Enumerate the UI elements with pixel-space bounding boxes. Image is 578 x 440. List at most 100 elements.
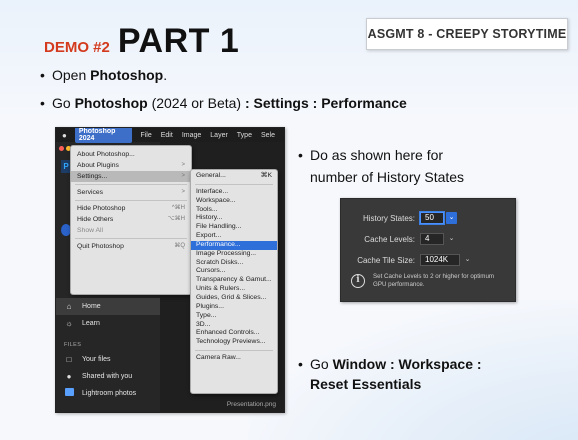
menu-item-hide-others[interactable]: Hide Others ⌥⌘H <box>71 214 191 225</box>
submenu-item-technology-previews[interactable]: Technology Previews... <box>191 338 277 347</box>
menu-label: About Photoshop... <box>77 151 135 158</box>
nav-label: Lightroom photos <box>82 390 137 397</box>
bold-text: : Settings : Performance <box>244 95 407 111</box>
submenu-item-history[interactable]: History... <box>191 214 277 223</box>
nav-label: Home <box>82 303 101 310</box>
menu-label: About Plugins <box>77 162 119 169</box>
nav-your-files[interactable]: □ Your files <box>56 351 160 368</box>
cache-levels-row: Cache Levels: 4 ⌄ <box>351 233 457 245</box>
menu-item-services[interactable]: Services > <box>71 187 191 198</box>
menu-item-settings[interactable]: Settings... > <box>71 171 191 182</box>
menu-label: Show All <box>77 227 104 234</box>
submenu-item-file-handling[interactable]: File Handling... <box>191 223 277 232</box>
menu-label: Workspace... <box>196 196 236 204</box>
assignment-tag: ASGMT 8 - CREEPY STORYTIME <box>366 18 568 50</box>
text: Go <box>52 95 75 111</box>
menu-divider <box>195 183 273 185</box>
cache-tile-size-select[interactable]: 1024K <box>420 254 460 266</box>
close-dot-icon[interactable] <box>59 146 64 151</box>
bold-text: Photoshop <box>90 67 164 83</box>
submenu-item-3d[interactable]: 3D... <box>191 321 277 330</box>
submenu-item-transparency[interactable]: Transparency & Gamut... <box>191 276 277 285</box>
performance-settings-panel: History States: 50 ⌄ Cache Levels: 4 ⌄ C… <box>340 198 516 302</box>
lightroom-icon <box>64 385 74 402</box>
menubar-type[interactable]: Type <box>237 132 252 139</box>
menu-shortcut: ⌘Q <box>174 243 185 249</box>
chevron-right-icon: > <box>181 173 185 179</box>
bullet-dot: • <box>298 356 303 372</box>
submenu-item-general[interactable]: General... ⌘K <box>191 172 277 181</box>
menu-label: Hide Photoshop <box>77 205 126 212</box>
chevron-right-icon: > <box>181 189 185 195</box>
menu-item-hide-photoshop[interactable]: Hide Photoshop ^⌘H <box>71 203 191 214</box>
submenu-item-performance[interactable]: Performance... <box>191 240 277 250</box>
menu-item-quit-photoshop[interactable]: Quit Photoshop ⌘Q <box>71 241 191 252</box>
bullet-reset-essentials: • Go Window : Workspace : Reset Essential… <box>298 354 498 394</box>
submenu-item-image-processing[interactable]: Image Processing... <box>191 250 277 259</box>
gpu-note: i Set Cache Levels to 2 or higher for op… <box>351 273 501 289</box>
lightbulb-icon: ☼ <box>65 319 73 328</box>
menubar-edit[interactable]: Edit <box>161 132 173 139</box>
recent-file-name: Presentation.png <box>226 401 276 408</box>
bullet-open-photoshop: • Open Photoshop. <box>40 66 167 84</box>
cache-levels-input[interactable]: 4 <box>420 233 444 245</box>
nav-home[interactable]: ⌂ Home <box>56 298 160 315</box>
menu-item-show-all[interactable]: Show All <box>71 225 191 236</box>
chevron-down-icon[interactable]: ⌄ <box>446 233 457 245</box>
part-label: PART 1 <box>117 22 240 60</box>
text: Open <box>52 67 91 83</box>
submenu-item-camera-raw[interactable]: Camera Raw... <box>191 354 277 363</box>
apple-icon[interactable]: ● <box>62 131 67 140</box>
nav-learn[interactable]: ☼ Learn <box>56 315 160 332</box>
submenu-item-enhanced-controls[interactable]: Enhanced Controls... <box>191 329 277 338</box>
menubar-select[interactable]: Sele <box>261 132 275 139</box>
settings-submenu: General... ⌘K Interface... Workspace... T… <box>190 169 278 394</box>
menu-label: Tools... <box>196 205 218 213</box>
submenu-item-scratch-disks[interactable]: Scratch Disks... <box>191 259 277 268</box>
info-icon: i <box>351 274 365 288</box>
menu-label: Type... <box>196 311 217 319</box>
menu-shortcut: ⌘K <box>260 172 272 179</box>
menubar-photoshop[interactable]: Photoshop 2024 <box>74 128 133 143</box>
text: Do as shown here for <box>310 147 444 163</box>
chevron-down-icon[interactable]: ⌄ <box>462 254 473 266</box>
text: Go <box>310 356 333 372</box>
menu-label: Performance... <box>196 240 241 248</box>
submenu-item-export[interactable]: Export... <box>191 232 277 241</box>
bullet-dot: • <box>40 67 45 83</box>
menu-label: Plugins... <box>196 302 224 310</box>
menu-divider <box>195 350 273 352</box>
submenu-item-interface[interactable]: Interface... <box>191 188 277 197</box>
menu-label: Interface... <box>196 187 229 195</box>
demo-label: DEMO #2 <box>44 39 110 56</box>
file-icon: □ <box>66 355 72 364</box>
submenu-item-plugins[interactable]: Plugins... <box>191 303 277 312</box>
nav-label: Shared with you <box>82 373 133 380</box>
submenu-item-cursors[interactable]: Cursors... <box>191 267 277 276</box>
cache-tile-size-label: Cache Tile Size: <box>357 255 415 265</box>
menubar-layer[interactable]: Layer <box>210 132 228 139</box>
submenu-item-units-rulers[interactable]: Units & Rulers... <box>191 285 277 294</box>
chevron-down-icon[interactable]: ⌄ <box>446 212 457 224</box>
menu-label: History... <box>196 214 223 222</box>
submenu-item-type[interactable]: Type... <box>191 312 277 321</box>
bold-text: Window : Workspace : <box>332 356 482 372</box>
menubar-file[interactable]: File <box>140 132 151 139</box>
menubar-image[interactable]: Image <box>182 132 201 139</box>
menu-item-about-plugins[interactable]: About Plugins > <box>71 160 191 171</box>
nav-shared-with-you[interactable]: ● Shared with you <box>56 368 160 385</box>
menu-label: Enhanced Controls... <box>196 329 260 337</box>
menu-label: Transparency & Gamut... <box>196 276 272 284</box>
nav-lightroom-photos[interactable]: Lightroom photos <box>56 385 160 402</box>
submenu-item-workspace[interactable]: Workspace... <box>191 197 277 206</box>
bold-text: Reset Essentials <box>310 376 422 392</box>
submenu-item-tools[interactable]: Tools... <box>191 206 277 215</box>
text: (2024 or Beta) <box>147 95 245 111</box>
bold-text: Photoshop <box>74 95 148 111</box>
submenu-item-guides-grid[interactable]: Guides, Grid & Slices... <box>191 294 277 303</box>
history-states-input[interactable]: 50 <box>420 212 444 224</box>
menu-label: Camera Raw... <box>196 354 241 362</box>
menu-item-about-photoshop[interactable]: About Photoshop... <box>71 149 191 160</box>
photoshop-app-menu: About Photoshop... About Plugins > Settin… <box>70 145 192 295</box>
cache-tile-size-row: Cache Tile Size: 1024K ⌄ <box>351 254 473 266</box>
